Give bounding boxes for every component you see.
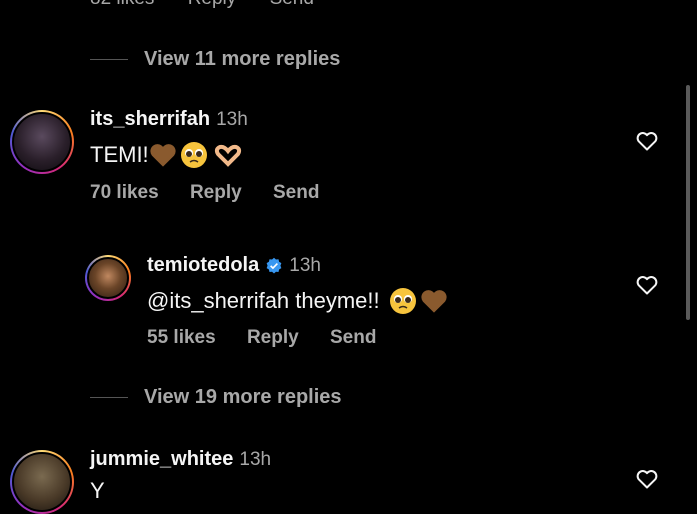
heart-outline-icon[interactable]: [635, 467, 659, 491]
avatar-image: [12, 112, 72, 172]
reply-button[interactable]: Reply: [247, 327, 299, 348]
timestamp: 13h: [239, 449, 272, 470]
send-button[interactable]: Send: [330, 327, 376, 348]
pleading-face-emoji: [389, 288, 416, 314]
verified-badge-icon: [266, 257, 282, 273]
brown-heart-emoji: [150, 144, 176, 167]
view-more-label: View 11 more replies: [144, 48, 341, 70]
likes-count[interactable]: 82 likes: [90, 0, 154, 9]
comment-header: its_sherrifah 13h: [90, 108, 248, 131]
avatar[interactable]: [85, 255, 131, 301]
divider: [90, 397, 128, 398]
timestamp: 13h: [216, 109, 248, 130]
username[interactable]: jummie_whitee: [90, 448, 233, 470]
view-more-replies-button[interactable]: View 11 more replies: [90, 48, 340, 71]
avatar-image: [12, 452, 72, 512]
comment-text: TEMI!: [90, 140, 243, 170]
send-button[interactable]: Send: [273, 182, 319, 203]
comment-body: TEMI!: [90, 142, 149, 167]
avatar-image: [87, 257, 129, 299]
reply-body: @its_sherrifah theyme!!: [147, 288, 380, 313]
username[interactable]: temiotedola: [147, 254, 259, 277]
scrollbar[interactable]: [686, 85, 690, 320]
divider: [90, 59, 128, 60]
avatar[interactable]: [10, 110, 74, 174]
heart-outline-icon[interactable]: [635, 273, 659, 297]
likes-count[interactable]: 70 likes: [90, 182, 159, 203]
pleading-face-emoji: [180, 142, 207, 168]
likes-count[interactable]: 55 likes: [147, 327, 216, 348]
comment-body: Y: [90, 478, 105, 503]
reply-actions: 55 likes Reply Send: [147, 327, 402, 349]
view-more-label: View 19 more replies: [144, 386, 342, 408]
timestamp: 13h: [289, 254, 321, 276]
brown-heart-emoji: [421, 290, 447, 313]
view-more-replies-button[interactable]: View 19 more replies: [90, 386, 342, 409]
comment-header: jummie_whitee 13h: [90, 448, 271, 471]
send-button[interactable]: Send: [270, 0, 314, 9]
reply-button[interactable]: Reply: [190, 182, 242, 203]
comment-actions: 70 likes Reply Send: [90, 182, 345, 204]
avatar[interactable]: [10, 450, 74, 514]
heart-hands-emoji: [214, 144, 241, 167]
reply-text: @its_sherrifah theyme!!: [147, 286, 448, 316]
username[interactable]: its_sherrifah: [90, 108, 210, 130]
comment-text: Y: [90, 478, 105, 504]
reply-header: temiotedola 13h: [147, 254, 321, 277]
previous-comment-actions: 82 likes Reply Send: [90, 0, 342, 10]
heart-outline-icon[interactable]: [635, 129, 659, 153]
reply-button[interactable]: Reply: [188, 0, 237, 9]
